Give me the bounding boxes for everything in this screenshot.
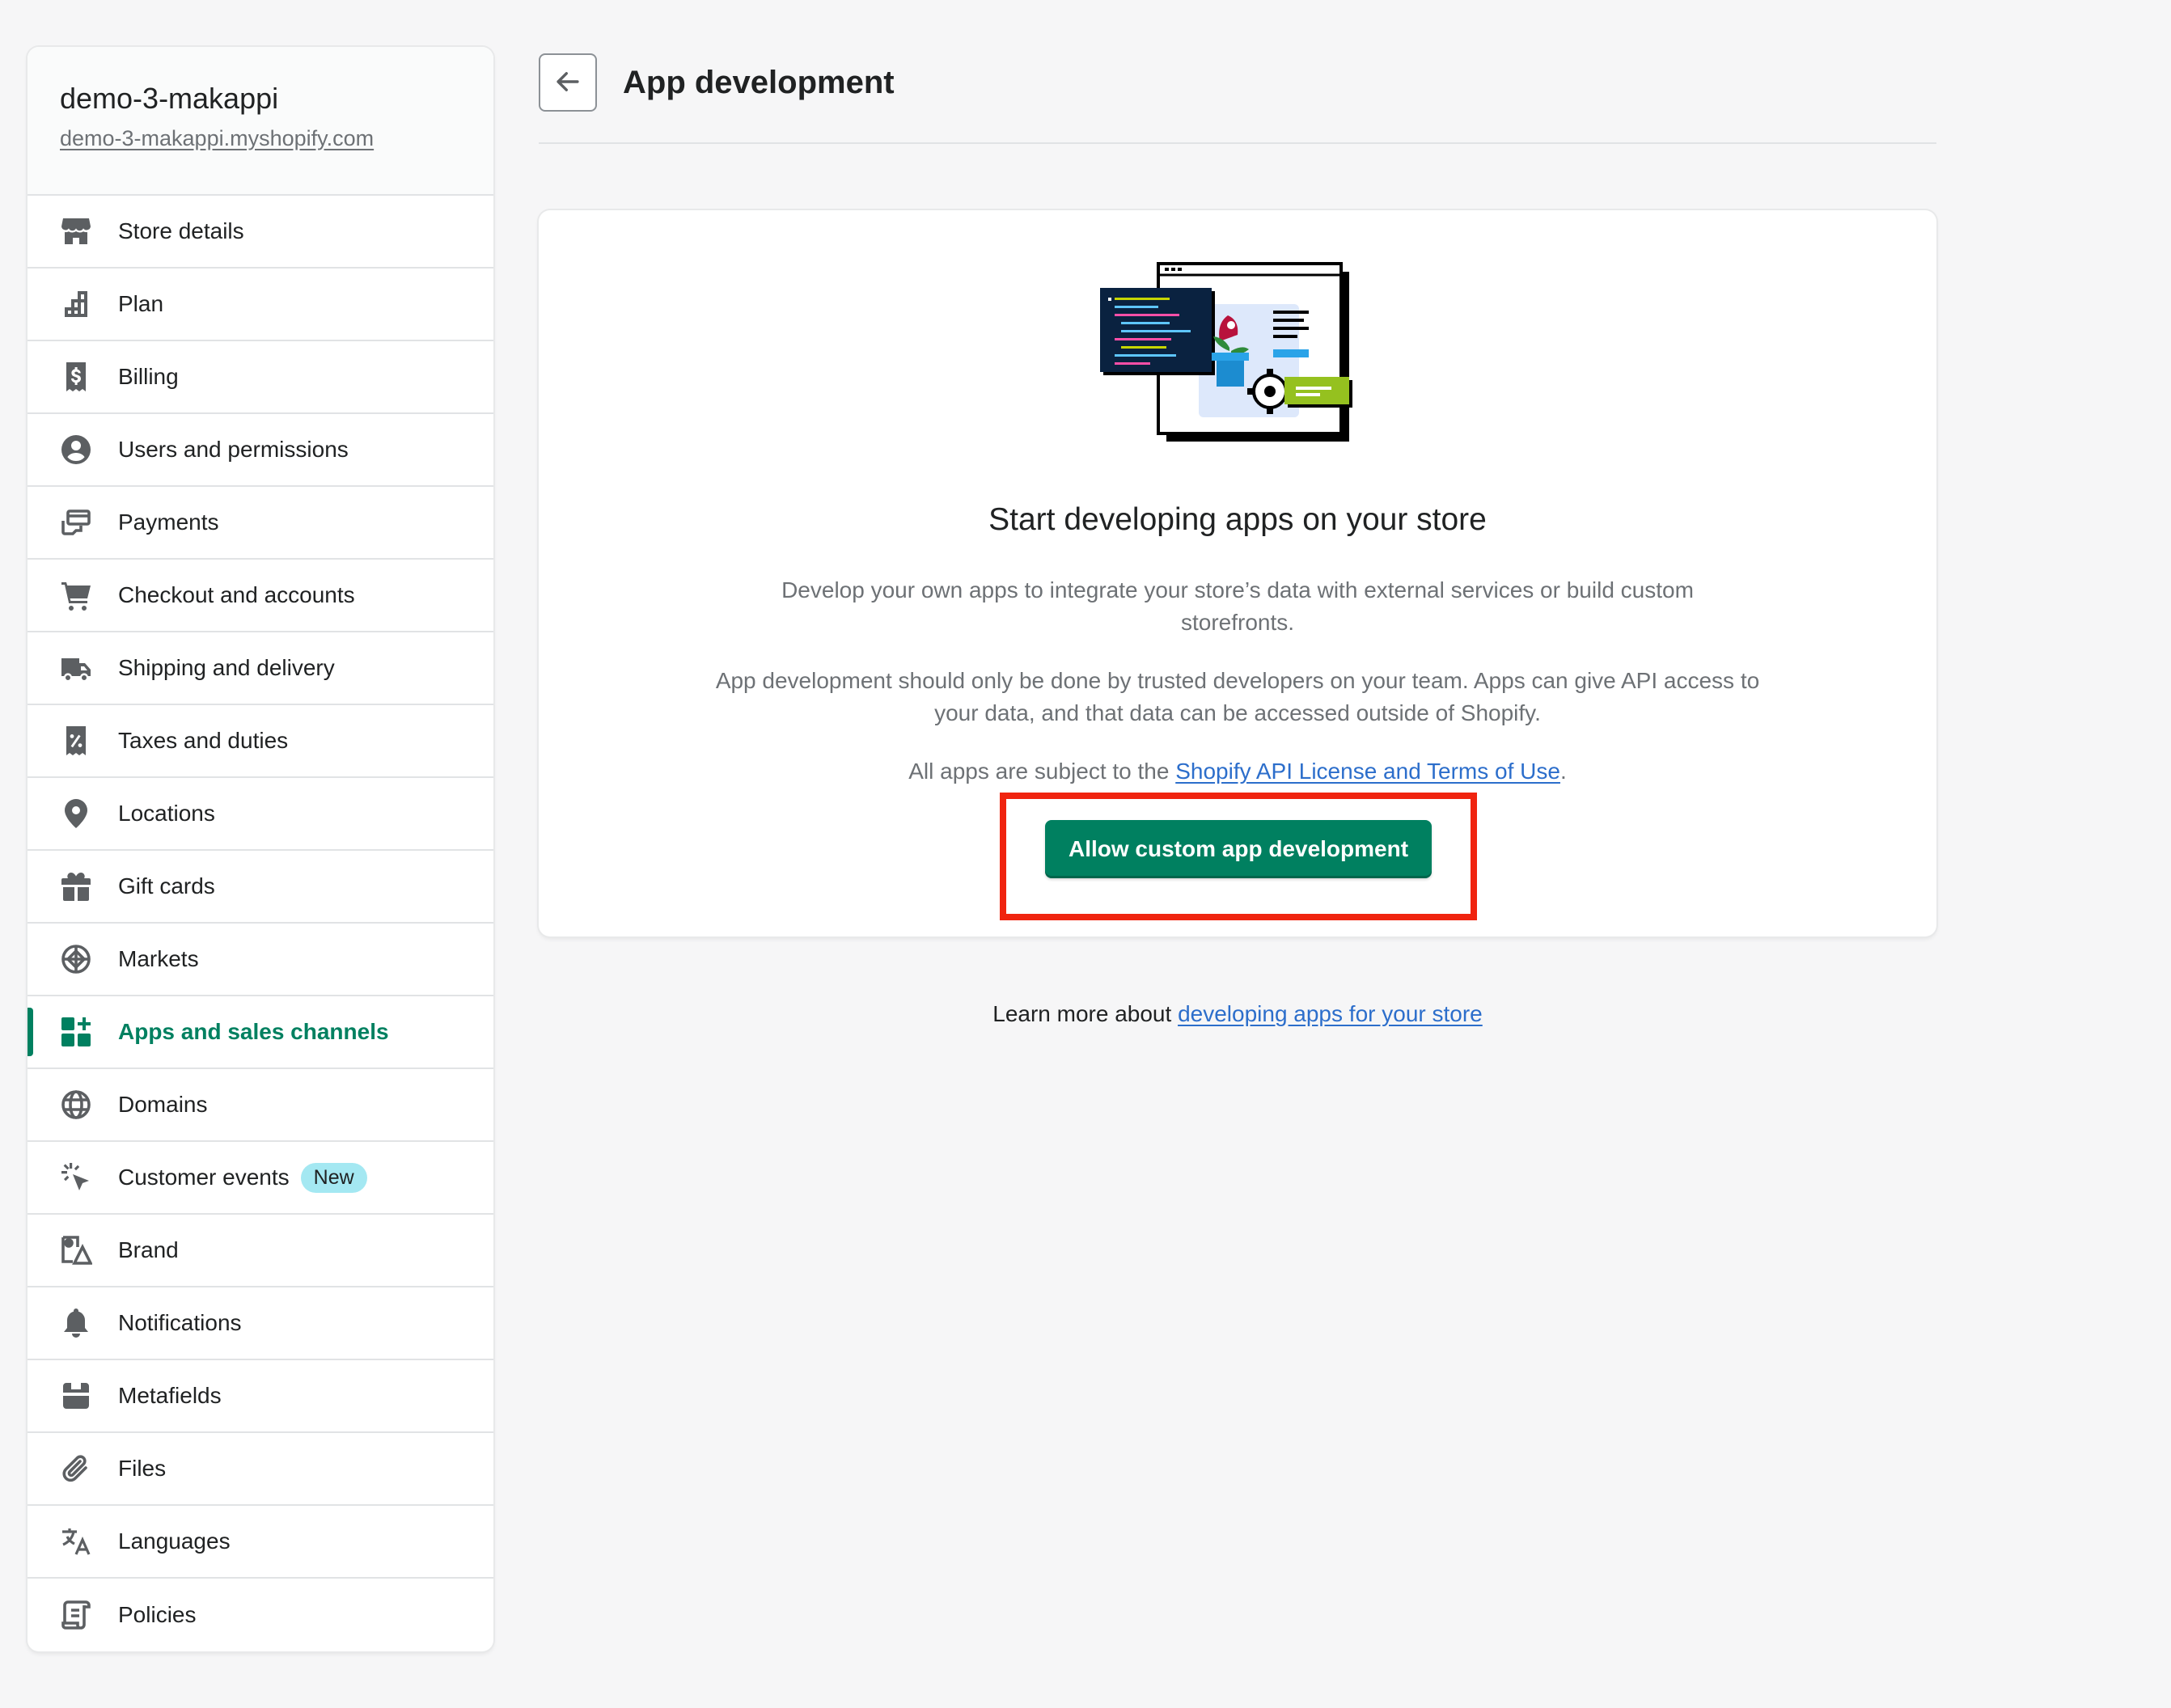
sidebar-item-metafields[interactable]: Metafields xyxy=(28,1360,493,1433)
store-header: demo-3-makappi demo-3-makappi.myshopify.… xyxy=(28,47,493,196)
sidebar-item-label: Apps and sales channels xyxy=(118,1019,389,1044)
arrow-left-icon xyxy=(554,68,582,98)
apps-icon xyxy=(58,1014,94,1050)
markets-icon xyxy=(58,941,94,977)
sidebar-item-store-details[interactable]: Store details xyxy=(28,196,493,268)
api-terms-link[interactable]: Shopify API License and Terms of Use xyxy=(1175,759,1560,784)
developing-apps-link[interactable]: developing apps for your store xyxy=(1178,1001,1483,1026)
plan-icon xyxy=(58,286,94,322)
sidebar-item-label: Metafields xyxy=(118,1383,222,1408)
sidebar-item-label: Users and permissions xyxy=(118,437,349,462)
page-header: App development xyxy=(539,53,1936,144)
sidebar-item-gift-cards[interactable]: Gift cards xyxy=(28,851,493,924)
sidebar-item-languages[interactable]: Languages xyxy=(28,1506,493,1579)
sidebar-item-policies[interactable]: Policies xyxy=(28,1579,493,1651)
card-heading: Start developing apps on your store xyxy=(988,502,1487,537)
location-pin-icon xyxy=(58,796,94,831)
sidebar-item-taxes[interactable]: Taxes and duties xyxy=(28,705,493,778)
sidebar-item-label: Payments xyxy=(118,509,219,535)
bell-icon xyxy=(58,1305,94,1341)
tax-icon xyxy=(58,723,94,759)
sidebar-item-billing[interactable]: Billing xyxy=(28,341,493,414)
warning-paragraph: App development should only be done by t… xyxy=(715,668,1760,725)
settings-nav: Store details Plan Billing Users and per… xyxy=(28,196,493,1651)
sidebar-item-customer-events[interactable]: Customer events New xyxy=(28,1142,493,1215)
billing-icon xyxy=(58,359,94,395)
sidebar-item-checkout[interactable]: Checkout and accounts xyxy=(28,560,493,632)
sidebar-item-label: Brand xyxy=(118,1237,179,1262)
page-title: App development xyxy=(623,65,895,100)
page: demo-3-makappi demo-3-makappi.myshopify.… xyxy=(0,0,2171,1708)
terms-paragraph: All apps are subject to the Shopify API … xyxy=(700,755,1775,788)
allow-custom-app-development-button[interactable]: Allow custom app development xyxy=(1045,820,1432,878)
terms-prefix: All apps are subject to the xyxy=(908,759,1176,784)
store-url-link[interactable]: demo-3-makappi.myshopify.com xyxy=(60,126,374,151)
sidebar-item-apps[interactable]: Apps and sales channels xyxy=(28,996,493,1069)
sidebar-item-payments[interactable]: Payments xyxy=(28,487,493,560)
sidebar-item-label: Customer events xyxy=(118,1165,290,1190)
terms-suffix: . xyxy=(1559,759,1567,784)
sidebar-item-label: Domains xyxy=(118,1092,208,1117)
globe-icon xyxy=(58,1087,94,1122)
sidebar-item-label: Plan xyxy=(118,291,164,316)
sidebar-item-shipping[interactable]: Shipping and delivery xyxy=(28,632,493,705)
sidebar-item-label: Files xyxy=(118,1456,167,1481)
user-icon xyxy=(58,432,94,467)
sidebar-item-plan[interactable]: Plan xyxy=(28,268,493,341)
sidebar-item-label: Store details xyxy=(118,218,244,243)
brand-icon xyxy=(58,1232,94,1268)
cursor-click-icon xyxy=(58,1160,94,1195)
sidebar-item-locations[interactable]: Locations xyxy=(28,778,493,851)
payments-icon xyxy=(58,505,94,540)
sidebar-item-domains[interactable]: Domains xyxy=(28,1069,493,1142)
translate-icon xyxy=(58,1524,94,1559)
gift-icon xyxy=(58,869,94,904)
sidebar-item-users[interactable]: Users and permissions xyxy=(28,414,493,487)
learn-more-text: Learn more about developing apps for you… xyxy=(539,998,1936,1030)
metafields-icon xyxy=(58,1378,94,1414)
back-button[interactable] xyxy=(539,53,597,112)
sidebar-item-brand[interactable]: Brand xyxy=(28,1215,493,1287)
sidebar-item-markets[interactable]: Markets xyxy=(28,924,493,996)
policy-icon xyxy=(58,1597,94,1633)
sidebar-item-label: Languages xyxy=(118,1528,231,1554)
description-paragraph: Develop your own apps to integrate your … xyxy=(781,577,1694,635)
store-name: demo-3-makappi xyxy=(60,82,279,115)
store-icon xyxy=(58,214,94,249)
sidebar-item-label: Gift cards xyxy=(118,873,215,898)
settings-sidebar: demo-3-makappi demo-3-makappi.myshopify.… xyxy=(28,47,493,1651)
new-badge: New xyxy=(300,1162,367,1193)
learn-more-prefix: Learn more about xyxy=(992,1001,1179,1026)
app-development-illustration xyxy=(1094,262,1361,448)
cart-icon xyxy=(58,577,94,613)
sidebar-item-label: Locations xyxy=(118,801,215,826)
sidebar-item-notifications[interactable]: Notifications xyxy=(28,1287,493,1360)
paperclip-icon xyxy=(58,1451,94,1486)
sidebar-item-label: Policies xyxy=(118,1602,197,1627)
sidebar-item-label: Billing xyxy=(118,364,179,389)
sidebar-item-label: Shipping and delivery xyxy=(118,655,335,680)
app-development-card: Start developing apps on your store Deve… xyxy=(539,210,1936,936)
truck-icon xyxy=(58,650,94,686)
sidebar-item-files[interactable]: Files xyxy=(28,1433,493,1506)
sidebar-item-label: Taxes and duties xyxy=(118,728,289,753)
sidebar-item-label: Checkout and accounts xyxy=(118,582,355,607)
sidebar-item-label: Markets xyxy=(118,946,199,971)
sidebar-item-label: Notifications xyxy=(118,1310,242,1335)
